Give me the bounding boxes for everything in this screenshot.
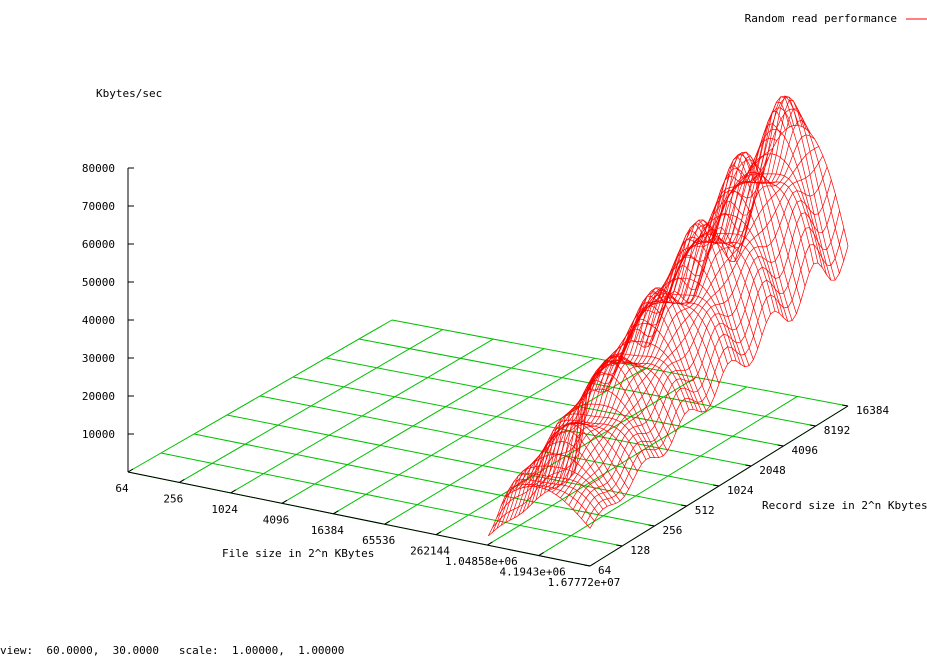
base-grid (127, 319, 849, 567)
x-axis-label: File size in 2^n KBytes (222, 547, 374, 560)
z-tick-label: 10000 (82, 428, 115, 441)
y-tick (777, 444, 784, 447)
surface-line-v (551, 119, 811, 493)
y-tick-label: 512 (695, 504, 715, 517)
scale-values: 1.00000, 1.00000 (231, 644, 345, 657)
surface-line-v (581, 210, 840, 519)
x-tick-label: 64 (115, 482, 129, 495)
view-values: 60.0000, 30.0000 (46, 644, 159, 657)
z-tick-label: 40000 (82, 314, 115, 327)
surface-line-v (568, 166, 828, 506)
y-tick (809, 424, 816, 427)
x-tick (538, 552, 544, 556)
status-bar: view: 60.0000, 30.0000 scale: 1.00000, 1… (0, 644, 344, 657)
x-tick-label: 1024 (211, 503, 238, 516)
surface-plot: 10000 20000 30000 40000 50000 60000 70000 80000… (82, 12, 927, 589)
grid-line-y (292, 376, 752, 467)
y-tick-label: 2048 (759, 464, 786, 477)
view-label: view: (0, 644, 34, 657)
x-tick-label: 4096 (263, 513, 290, 526)
legend-label: Random read performance (745, 12, 897, 25)
x-tick (589, 562, 596, 567)
y-tick (841, 404, 849, 407)
y-tick-label: 128 (630, 544, 650, 557)
y-tick (745, 464, 752, 467)
surface-line-v (564, 155, 824, 502)
y-tick-label: 8192 (824, 424, 851, 437)
x-tick-label: 65536 (362, 534, 395, 547)
y-tick-label: 16384 (856, 404, 889, 417)
surface-line-v (547, 108, 807, 491)
y-tick-label: 4096 (792, 444, 819, 457)
tick-labels: 10000 20000 30000 40000 50000 60000 70000 80000… (82, 162, 890, 589)
z-axis-label: Kbytes/sec (96, 87, 162, 100)
y-tick (648, 524, 655, 527)
z-tick-label: 70000 (82, 200, 115, 213)
y-tick-label: 1024 (727, 484, 754, 497)
legend: Random read performance (745, 12, 927, 25)
z-tick-label: 20000 (82, 390, 115, 403)
y-tick-label: 64 (598, 564, 612, 577)
x-tick (179, 479, 185, 483)
y-tick (583, 564, 591, 567)
scale-label: scale: (178, 644, 219, 657)
y-tick-label: 256 (663, 524, 683, 537)
z-tick-label: 60000 (82, 238, 115, 251)
surface-line-u (596, 322, 698, 411)
x-tick-label: 16384 (311, 524, 344, 537)
z-tick-label: 80000 (82, 162, 115, 175)
x-tick-label: 256 (163, 492, 183, 505)
x-tick-label: 1.67772e+07 (548, 576, 621, 589)
y-axis-label: Record size in 2^n Kbytes (762, 499, 927, 512)
x-tick (230, 489, 236, 494)
x-tick (127, 468, 134, 473)
y-tick (616, 544, 623, 547)
grid-line-y (226, 414, 687, 507)
y-tick (680, 504, 687, 507)
z-tick-label: 30000 (82, 352, 115, 365)
x-tick (281, 499, 288, 504)
surface-mesh (488, 95, 849, 537)
surface-line-v (555, 134, 815, 496)
surface-line-u (526, 421, 629, 509)
x-tick (333, 510, 339, 515)
x-tick (487, 541, 493, 546)
surface-line-v (504, 168, 765, 496)
surface-line-v (585, 227, 845, 524)
x-tick (435, 531, 442, 536)
z-tick-label: 50000 (82, 276, 115, 289)
x-tick (384, 520, 390, 525)
surface-line-u (604, 292, 707, 411)
y-tick (712, 484, 720, 487)
